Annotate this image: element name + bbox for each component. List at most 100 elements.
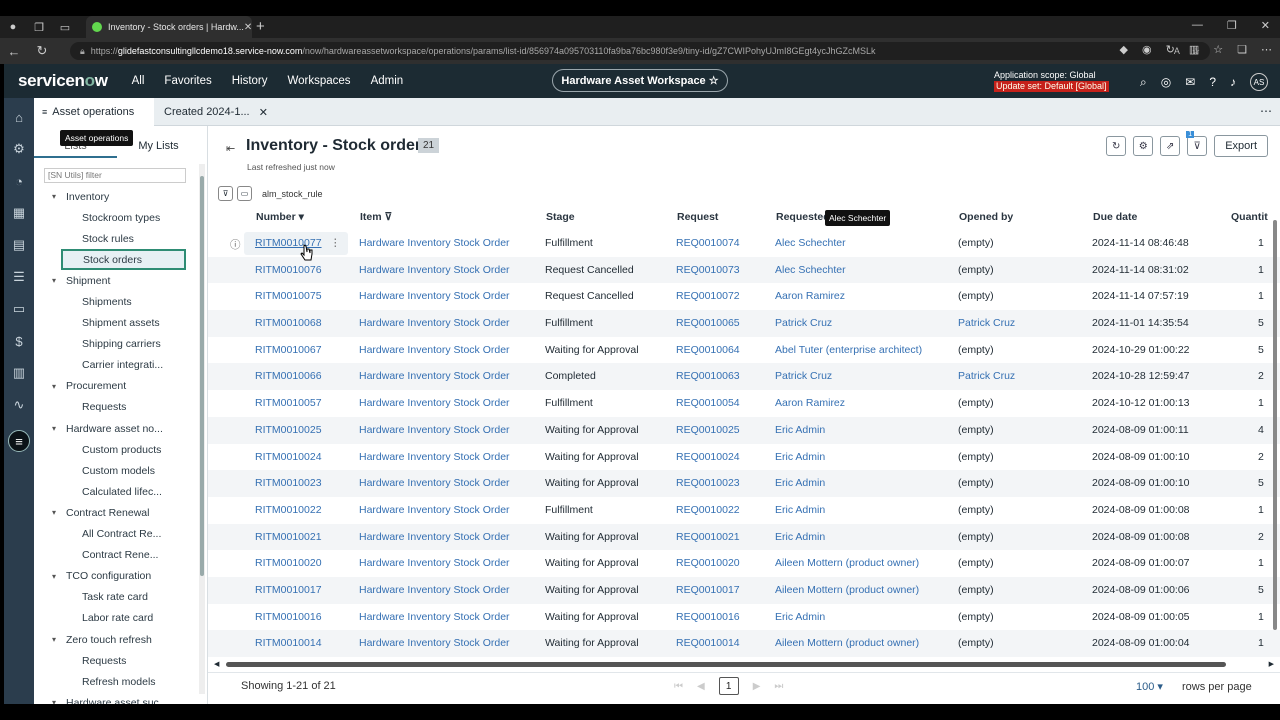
requested-for-link[interactable]: Patrick Cruz	[775, 370, 832, 382]
table-row[interactable]: RITM0010025 Hardware Inventory Stock Orde…	[208, 416, 1280, 444]
table-row[interactable]: RITM0010016 Hardware Inventory Stock Orde…	[208, 604, 1280, 631]
requested-for-link[interactable]: Alec Schechter	[775, 264, 846, 276]
table-row[interactable]: RITM0010017 Hardware Inventory Stock Orde…	[208, 576, 1280, 604]
record-number-link[interactable]: RITM0010021	[255, 531, 322, 543]
item-link[interactable]: Hardware Inventory Stock Order	[359, 264, 510, 276]
requested-for-link[interactable]: Alec Schechter	[775, 237, 846, 249]
nav-all[interactable]: All	[132, 75, 145, 87]
list-item[interactable]: Contract Rene...	[34, 545, 200, 566]
requested-for-link[interactable]: Eric Admin	[775, 504, 825, 516]
reload-icon[interactable]: ↻	[28, 43, 56, 59]
scrollbar[interactable]	[1272, 210, 1278, 650]
table-row[interactable]: RITM0010057 Hardware Inventory Stock Orde…	[208, 390, 1280, 417]
requested-for-link[interactable]: Eric Admin	[775, 424, 825, 436]
application-scope[interactable]: Application scope: Global Update set: De…	[994, 70, 1109, 92]
list-item[interactable]: Stock orders	[61, 249, 186, 271]
requested-for-link[interactable]: Aileen Mottern (product owner)	[775, 557, 919, 569]
list-item[interactable]: Task rate card	[34, 587, 200, 608]
close-window-icon[interactable]: ✕	[1261, 19, 1270, 32]
request-link[interactable]: REQ0010065	[676, 317, 740, 329]
request-link[interactable]: REQ0010072	[676, 290, 740, 302]
chevron-down-icon[interactable]: ▾	[52, 382, 66, 391]
collections-icon[interactable]: ❏	[1237, 43, 1247, 56]
record-number-link[interactable]: RITM0010016	[255, 611, 322, 623]
request-link[interactable]: REQ0010022	[676, 504, 740, 516]
item-link[interactable]: Hardware Inventory Stock Order	[359, 584, 510, 596]
notifications-icon[interactable]: ♪	[1230, 75, 1236, 89]
record-number-link[interactable]: RITM0010066	[255, 370, 322, 382]
extension-icon[interactable]: ◆	[1120, 43, 1128, 56]
share-icon[interactable]: ⇗	[1160, 136, 1181, 156]
list-item[interactable]: Shipment assets	[34, 313, 200, 334]
sliders-icon[interactable]: ☰	[8, 266, 30, 288]
column-quantity[interactable]: Quantit	[1231, 211, 1268, 223]
nav-workspaces[interactable]: Workspaces	[288, 75, 351, 87]
table-row[interactable]: RITM0010023 Hardware Inventory Stock Orde…	[208, 470, 1280, 497]
table-row[interactable]: RITM0010075 Hardware Inventory Stock Orde…	[208, 283, 1280, 310]
list-item[interactable]: Custom products	[34, 439, 200, 460]
row-info-icon[interactable]: ⓘ	[230, 237, 241, 252]
requested-for-link[interactable]: Abel Tuter (enterprise architect)	[775, 344, 922, 356]
requested-for-link[interactable]: Eric Admin	[775, 531, 825, 543]
nav-admin[interactable]: Admin	[371, 75, 404, 87]
extension-icon[interactable]: ◉	[1142, 43, 1152, 56]
clipboard-icon[interactable]: ▤	[8, 234, 30, 256]
table-row[interactable]: RITM0010068 Hardware Inventory Stock Orde…	[208, 310, 1280, 337]
request-link[interactable]: REQ0010073	[676, 264, 740, 276]
request-link[interactable]: REQ0010054	[676, 397, 740, 409]
record-number-link[interactable]: RITM0010014	[255, 637, 322, 649]
item-link[interactable]: Hardware Inventory Stock Order	[359, 451, 510, 463]
search-icon[interactable]: ⌕	[1140, 75, 1147, 90]
column-stage[interactable]: Stage	[546, 211, 575, 223]
requested-for-link[interactable]: Aaron Ramirez	[775, 290, 845, 302]
collections-icon[interactable]: ❐	[26, 16, 52, 38]
url-field[interactable]: 🔒︎ https://glidefastconsultingllcdemo18.…	[70, 42, 1210, 60]
record-number-link[interactable]: RITM0010068	[255, 317, 322, 329]
list-item[interactable]: Custom models	[34, 460, 200, 481]
list-group[interactable]: ▾ Inventory	[34, 186, 200, 207]
workspace-button[interactable]: Hardware Asset Workspace ☆	[552, 69, 728, 92]
list-item[interactable]: Requests	[34, 397, 200, 418]
asset-icon[interactable]: ⚙	[8, 138, 30, 160]
item-link[interactable]: Hardware Inventory Stock Order	[359, 397, 510, 409]
list-item[interactable]: Shipments	[34, 291, 200, 312]
request-link[interactable]: REQ0010074	[676, 237, 740, 249]
prev-page-icon[interactable]: ◀	[697, 681, 705, 692]
item-link[interactable]: Hardware Inventory Stock Order	[359, 344, 510, 356]
request-link[interactable]: REQ0010024	[676, 451, 740, 463]
item-link[interactable]: Hardware Inventory Stock Order	[359, 424, 510, 436]
request-link[interactable]: REQ0010014	[676, 637, 740, 649]
scroll-right-icon[interactable]: ▶	[1269, 660, 1274, 668]
storage-icon[interactable]: ▭	[8, 298, 30, 320]
close-tab-icon[interactable]: ✕	[259, 106, 268, 119]
restore-icon[interactable]: ❐	[1227, 19, 1237, 32]
list-item[interactable]: Refresh models	[34, 671, 200, 692]
list-item[interactable]: Calculated lifec...	[34, 481, 200, 502]
horizontal-scrollbar[interactable]: ◀ ▶	[214, 660, 1274, 668]
page-number[interactable]: 1	[718, 677, 739, 695]
globe-icon[interactable]: ◎	[1161, 75, 1171, 89]
tab-actions-icon[interactable]: ▭	[52, 16, 78, 38]
request-link[interactable]: REQ0010023	[676, 477, 740, 489]
favorites-icon[interactable]: ☆	[1213, 43, 1223, 56]
table-row[interactable]: RITM0010066 Hardware Inventory Stock Orde…	[208, 363, 1280, 391]
chevron-down-icon[interactable]: ▾	[52, 572, 66, 581]
collapse-panel-icon[interactable]: ⇤	[226, 142, 235, 155]
split-screen-icon[interactable]: ▥	[1189, 43, 1199, 56]
nav-favorites[interactable]: Favorites	[164, 75, 211, 87]
next-page-icon[interactable]: ▶	[753, 681, 761, 692]
table-row[interactable]: RITM0010076 Hardware Inventory Stock Orde…	[208, 256, 1280, 284]
list-item[interactable]: Stockroom types	[34, 207, 200, 228]
list-filter-input[interactable]: [SN Utils] filter	[44, 168, 186, 183]
chevron-down-icon[interactable]: ▾	[52, 635, 66, 644]
filter-condition[interactable]: alm_stock_rule	[262, 189, 323, 199]
item-link[interactable]: Hardware Inventory Stock Order	[359, 557, 510, 569]
requested-for-link[interactable]: Aileen Mottern (product owner)	[775, 637, 919, 649]
avatar[interactable]: AS	[1250, 73, 1268, 91]
list-item[interactable]: Stock rules	[34, 228, 200, 249]
opened-by-cell[interactable]: Patrick Cruz	[958, 317, 1015, 329]
table-row[interactable]: RITM0010014 Hardware Inventory Stock Orde…	[208, 630, 1280, 657]
request-link[interactable]: REQ0010064	[676, 344, 740, 356]
list-item[interactable]: Labor rate card	[34, 608, 200, 629]
list-group[interactable]: ▾ Zero touch refresh	[34, 629, 200, 650]
